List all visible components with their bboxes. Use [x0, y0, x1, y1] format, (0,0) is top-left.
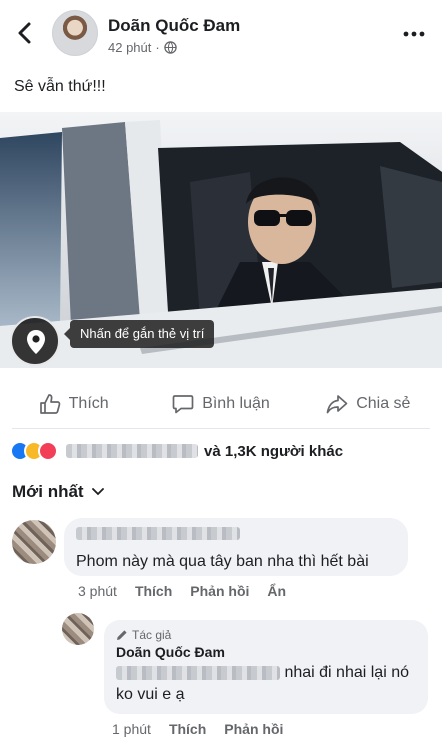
- globe-icon: [163, 41, 177, 54]
- post-time[interactable]: 42 phút: [108, 40, 151, 55]
- reply-text-line2: ko vui e ạ: [116, 686, 185, 703]
- reply-text-line1: nhai đi nhai lại nó: [284, 664, 409, 681]
- back-arrow-icon[interactable]: [12, 20, 38, 46]
- post-meta: 42 phút ·: [108, 40, 177, 55]
- tag-location-button[interactable]: [10, 316, 60, 366]
- thumbs-up-icon: [39, 394, 61, 414]
- reply-reply-link[interactable]: Phản hồi: [224, 721, 283, 737]
- comment-actions: 3 phút Thích Phản hồi Ẩn: [78, 583, 286, 599]
- post-caption: Sê vẫn thứ!!!: [14, 78, 106, 95]
- comment-bubble: Phom này mà qua tây ban nha thì hết bài: [64, 518, 408, 576]
- comment-like-link[interactable]: Thích: [135, 583, 172, 599]
- tag-location-tooltip: Nhấn để gắn thẻ vị trí: [63, 320, 215, 348]
- blurred-reactor-names: [66, 444, 198, 458]
- author-avatar[interactable]: [52, 10, 98, 56]
- action-divider: [12, 428, 430, 429]
- reply-author-avatar[interactable]: [62, 613, 94, 645]
- author-badge-label: Tác giả: [132, 628, 172, 642]
- author-badge: Tác giả: [116, 628, 416, 642]
- reply-time: 1 phút: [112, 721, 151, 737]
- reply-actions: 1 phút Thích Phản hồi: [112, 721, 283, 737]
- reactions-summary[interactable]: và 1,3K người khác: [10, 440, 343, 462]
- post-action-bar: Thích Bình luận Chia sẻ: [0, 382, 442, 426]
- dot-separator: ·: [155, 40, 160, 55]
- blurred-commenter-name[interactable]: [76, 527, 240, 540]
- comment-hide-link[interactable]: Ẩn: [267, 583, 286, 599]
- commenter-avatar[interactable]: [12, 520, 56, 564]
- author-name[interactable]: Doãn Quốc Đam: [108, 16, 240, 36]
- more-options-icon[interactable]: [402, 24, 426, 44]
- love-reaction-icon: [38, 441, 58, 461]
- sort-label: Mới nhất: [12, 482, 84, 501]
- location-pin-icon: [27, 330, 45, 354]
- like-label: Thích: [68, 395, 109, 412]
- comment-sort-dropdown[interactable]: Mới nhất: [12, 482, 104, 502]
- comment-label: Bình luận: [202, 395, 270, 412]
- reply-author-name[interactable]: Doãn Quốc Đam: [116, 644, 416, 660]
- reactions-count-text: và 1,3K người khác: [204, 442, 344, 460]
- comment-time: 3 phút: [78, 583, 117, 599]
- comment-text: Phom này mà qua tây ban nha thì hết bài: [76, 553, 369, 570]
- comment-icon: [172, 395, 194, 414]
- comment-button[interactable]: Bình luận: [147, 382, 294, 426]
- reply-bubble: Tác giả Doãn Quốc Đam nhai đi nhai lại n…: [104, 620, 428, 714]
- reply-text: nhai đi nhai lại nó ko vui e ạ: [116, 662, 416, 706]
- share-label: Chia sẻ: [356, 395, 411, 412]
- reply-like-link[interactable]: Thích: [169, 721, 206, 737]
- like-button[interactable]: Thích: [0, 382, 147, 426]
- blurred-mention: [116, 665, 280, 680]
- pencil-icon: [117, 630, 127, 640]
- post-header: Doãn Quốc Đam 42 phút ·: [0, 0, 442, 66]
- share-arrow-icon: [326, 395, 348, 414]
- share-button[interactable]: Chia sẻ: [295, 382, 442, 426]
- chevron-down-icon: [91, 488, 104, 496]
- comment-reply-link[interactable]: Phản hồi: [190, 583, 249, 599]
